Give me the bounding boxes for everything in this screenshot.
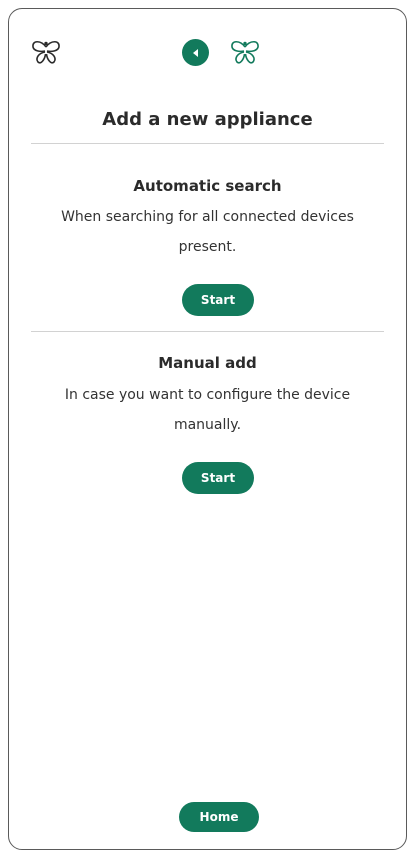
divider <box>31 143 384 144</box>
automatic-search-start-button[interactable]: Start <box>182 284 254 316</box>
butterfly-logo-icon <box>228 39 262 65</box>
section-title-automatic-search: Automatic search <box>133 177 282 195</box>
home-button[interactable]: Home <box>179 802 259 832</box>
manual-add-start-button[interactable]: Start <box>182 462 254 494</box>
butterfly-logo-icon <box>29 39 63 65</box>
page-title: Add a new appliance <box>102 109 313 130</box>
chevron-left-icon <box>192 48 198 57</box>
section-description-manual-add: In case you want to configure the device… <box>64 387 351 433</box>
top-bar <box>9 9 406 89</box>
section-description-automatic-search: When searching for all connected devices… <box>61 209 354 255</box>
back-button[interactable] <box>182 39 209 66</box>
divider <box>31 331 384 332</box>
app-frame: Add a new appliance Automatic search Whe… <box>8 8 407 850</box>
section-title-manual-add: Manual add <box>158 354 257 372</box>
